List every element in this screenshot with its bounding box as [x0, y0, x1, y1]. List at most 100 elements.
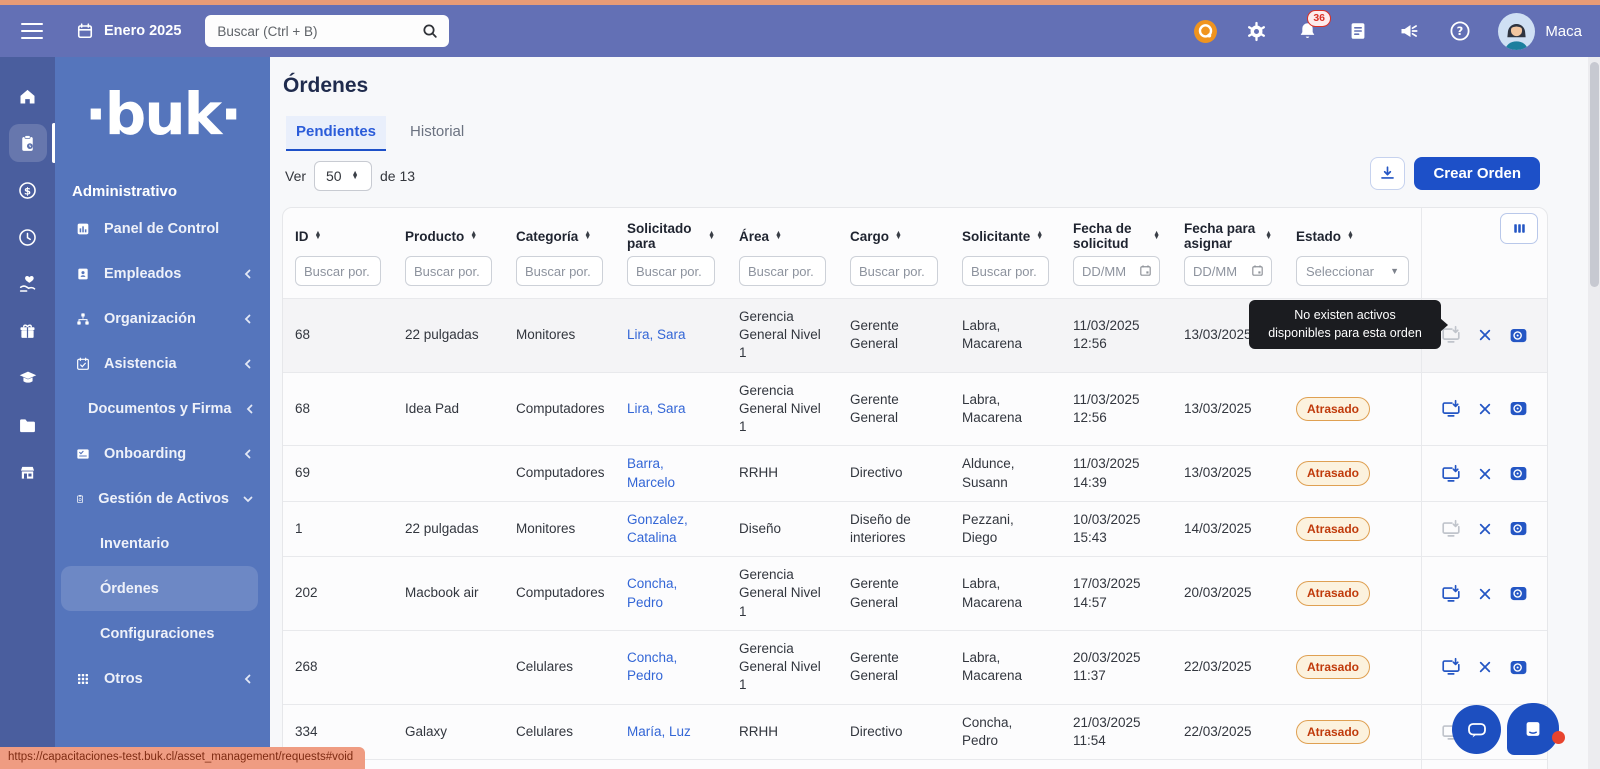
filter-estado-select[interactable]: Seleccionar▼ — [1296, 256, 1409, 286]
avatar[interactable] — [1498, 13, 1535, 50]
tab-pendientes[interactable]: Pendientes — [286, 116, 386, 151]
sidebar-item-panel-de-control[interactable]: Panel de Control — [55, 206, 270, 251]
sort-icon: ▲▼ — [470, 232, 477, 240]
column-header-solicitado-para[interactable]: Solicitado para▲▼ — [615, 208, 727, 256]
cancel-order-button[interactable] — [1477, 586, 1493, 602]
filter-cargo-input[interactable] — [850, 256, 938, 286]
table-row[interactable]: 334 Galaxy Celulares María, Luz RRHH Dir… — [283, 704, 1547, 759]
menu-icon[interactable] — [21, 23, 43, 39]
view-order-icon — [1508, 657, 1529, 678]
cell-solicitado-para-link[interactable]: Concha, Pedro — [615, 557, 727, 630]
view-order-button[interactable] — [1508, 398, 1529, 419]
cell-solicitado-para-link[interactable]: María, Luz — [615, 705, 727, 759]
cell-solicitado-para-link[interactable]: Lira, Sara — [615, 299, 727, 372]
assign-asset-button[interactable] — [1440, 398, 1462, 420]
table-row[interactable]: 268 Celulares Concha, Pedro Gerencia Gen… — [283, 630, 1547, 704]
sort-icon: ▲▼ — [775, 232, 782, 240]
marketplace-icon[interactable] — [9, 453, 47, 491]
notifications-icon[interactable]: 36 — [1294, 18, 1320, 44]
view-order-button[interactable] — [1508, 463, 1529, 484]
time-icon[interactable] — [9, 218, 47, 256]
search-icon[interactable] — [420, 21, 440, 41]
documents-icon[interactable] — [9, 406, 47, 444]
payments-icon[interactable]: $ — [9, 171, 47, 209]
view-order-button[interactable] — [1508, 583, 1529, 604]
sidebar-item-documentos-y-firma[interactable]: Documentos y Firma — [55, 386, 270, 431]
support-icon[interactable] — [1192, 18, 1218, 44]
announcements-icon[interactable] — [1396, 18, 1422, 44]
settings-icon[interactable] — [1243, 18, 1269, 44]
user-name[interactable]: Maca — [1545, 23, 1582, 40]
create-order-button[interactable]: Crear Orden — [1414, 157, 1540, 190]
help-icon[interactable]: ? — [1447, 18, 1473, 44]
filter-solicitado-input[interactable] — [627, 256, 715, 286]
column-settings-button[interactable] — [1500, 213, 1538, 244]
scrollbar[interactable] — [1588, 57, 1600, 769]
tab-historial[interactable]: Historial — [400, 116, 474, 151]
sidebar-subitem-configuraciones[interactable]: Configuraciones — [55, 611, 270, 656]
sidebar-item-organizacion[interactable]: Organización — [55, 296, 270, 341]
filter-solicitante-input[interactable] — [962, 256, 1049, 286]
assign-asset-button[interactable] — [1440, 583, 1462, 605]
scrollbar-thumb[interactable] — [1590, 62, 1599, 287]
column-header-estado[interactable]: Estado▲▼ — [1284, 208, 1421, 256]
column-header-solicitante[interactable]: Solicitante▲▼ — [950, 208, 1061, 256]
gifts-icon[interactable] — [9, 312, 47, 350]
filter-area-input[interactable] — [739, 256, 826, 286]
cancel-order-button[interactable] — [1477, 521, 1493, 537]
table-row[interactable]: 334 22 pulgadas Monitores María, Luz RRH… — [283, 759, 1547, 769]
table-row[interactable]: 68 Idea Pad Computadores Lira, Sara Gere… — [283, 372, 1547, 446]
filter-categoria-input[interactable] — [516, 256, 603, 286]
assign-asset-button[interactable] — [1440, 463, 1462, 485]
sidebar-item-asistencia[interactable]: Asistencia — [55, 341, 270, 386]
training-icon[interactable] — [9, 359, 47, 397]
help-chat-button[interactable] — [1507, 703, 1559, 755]
assign-asset-button[interactable] — [1440, 656, 1462, 678]
column-header-fecha-asignar[interactable]: Fecha para asignar▲▼ — [1172, 208, 1284, 256]
cell-solicitado-para-link[interactable]: Gonzalez, Catalina — [615, 502, 727, 556]
cancel-order-button[interactable] — [1477, 327, 1493, 343]
column-header-cargo[interactable]: Cargo▲▼ — [838, 208, 950, 256]
cancel-order-button[interactable] — [1477, 466, 1493, 482]
calendar-icon[interactable] — [1138, 263, 1153, 278]
export-button[interactable] — [1370, 157, 1405, 190]
cancel-order-button[interactable] — [1477, 659, 1493, 675]
module-rail: $ — [0, 57, 55, 769]
view-order-button[interactable] — [1508, 518, 1529, 539]
cancel-order-button[interactable] — [1477, 401, 1493, 417]
view-order-icon — [1508, 583, 1529, 604]
column-header-fecha-solicitud[interactable]: Fecha de solicitud▲▼ — [1061, 208, 1172, 256]
home-icon[interactable] — [9, 77, 47, 115]
sidebar-subitem-inventario[interactable]: Inventario — [55, 521, 270, 566]
sidebar-item-gestion-de-activos[interactable]: Gestión de Activos — [55, 476, 270, 521]
page-size-select[interactable]: 50 ▲▼ — [314, 161, 372, 191]
sidebar-item-onboarding[interactable]: Onboarding — [55, 431, 270, 476]
sidebar-item-otros[interactable]: Otros — [55, 656, 270, 701]
column-header-area[interactable]: Área▲▼ — [727, 208, 838, 256]
calendar-icon[interactable] — [1250, 263, 1265, 278]
sidebar-subitem-ordenes[interactable]: Órdenes — [61, 566, 258, 611]
column-header-id[interactable]: ID▲▼ — [283, 208, 393, 256]
filter-id-input[interactable] — [295, 256, 381, 286]
cell-solicitado-para-link[interactable]: Barra, Marcelo — [615, 446, 727, 500]
view-order-button[interactable] — [1508, 657, 1529, 678]
sidebar-item-empleados[interactable]: Empleados — [55, 251, 270, 296]
column-header-producto[interactable]: Producto▲▼ — [393, 208, 504, 256]
assign-asset-button[interactable] — [1440, 518, 1462, 540]
search-input[interactable] — [205, 15, 449, 47]
view-order-button[interactable] — [1508, 325, 1529, 346]
table-row[interactable]: 69 Computadores Barra, Marcelo RRHH Dire… — [283, 445, 1547, 500]
feedback-chat-button[interactable] — [1452, 705, 1501, 754]
cell-solicitado-para-link[interactable]: Lira, Sara — [615, 373, 727, 446]
asset-orders-icon[interactable] — [9, 124, 47, 162]
notes-icon[interactable] — [1345, 18, 1371, 44]
cell-solicitado-para-link[interactable]: María, Luz — [615, 760, 727, 769]
table-row[interactable]: 202 Macbook air Computadores Concha, Ped… — [283, 556, 1547, 630]
cell-fecha-asignar: 22/03/2025 — [1172, 631, 1284, 704]
cell-solicitado-para-link[interactable]: Concha, Pedro — [615, 631, 727, 704]
table-row[interactable]: 1 22 pulgadas Monitores Gonzalez, Catali… — [283, 501, 1547, 556]
period-selector[interactable]: Enero 2025 — [75, 21, 181, 41]
column-header-categoria[interactable]: Categoría▲▼ — [504, 208, 615, 256]
benefits-icon[interactable] — [9, 265, 47, 303]
filter-producto-input[interactable] — [405, 256, 492, 286]
